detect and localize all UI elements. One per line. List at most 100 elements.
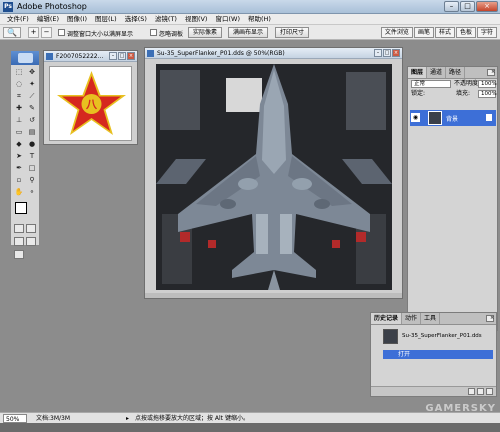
history-brush-icon[interactable]: ↺: [26, 115, 38, 126]
eyedropper-tool-icon[interactable]: ⚲: [26, 175, 38, 186]
zoom-tool-icon[interactable]: ⚬: [26, 187, 38, 198]
opacity-field[interactable]: 100%: [478, 80, 497, 88]
doc-close-button[interactable]: ×: [127, 52, 135, 60]
horizontal-scrollbar[interactable]: [145, 293, 402, 298]
jump-to-imageready-icon[interactable]: [14, 250, 24, 259]
resize-windows-checkbox[interactable]: [58, 29, 65, 36]
menu-help[interactable]: 帮助(H): [244, 14, 275, 24]
menu-window[interactable]: 窗口(W): [211, 14, 244, 24]
toolbox: ⬚ ✥ ◌ ✦ ⌗ ⟋ ✚ ✎ ⊥ ↺ ▭ ▤ ◆ ● ➤ T ✒ □ ▫ ⚲ …: [10, 50, 40, 259]
menu-edit[interactable]: 编辑(E): [33, 14, 63, 24]
document-title: F2007052222...: [56, 53, 104, 60]
menu-file[interactable]: 文件(F): [3, 14, 33, 24]
fit-on-screen-button[interactable]: 满画布显示: [228, 27, 269, 38]
tab-layers[interactable]: 图层: [408, 67, 428, 78]
new-snapshot-icon[interactable]: [477, 388, 484, 395]
brush-tool-icon[interactable]: ✎: [26, 103, 38, 114]
menu-select[interactable]: 选择(S): [121, 14, 151, 24]
document-titlebar[interactable]: F2007052222... – □ ×: [44, 51, 137, 62]
dodge-tool-icon[interactable]: ●: [26, 139, 38, 150]
zoom-out-icon[interactable]: −: [41, 27, 52, 38]
tool-preset-picker[interactable]: 🔍: [3, 27, 21, 38]
eraser-tool-icon[interactable]: ▭: [13, 127, 25, 138]
document-title: Su-35_SuperFlanker_P01.dds @ 50%(RGB): [157, 50, 285, 57]
document-titlebar[interactable]: Su-35_SuperFlanker_P01.dds @ 50%(RGB) – …: [145, 48, 402, 59]
ignore-palettes-checkbox[interactable]: [150, 29, 157, 36]
history-snapshot[interactable]: Su-35_SuperFlanker_P01.dds: [373, 328, 493, 346]
jump-row: [11, 248, 39, 261]
maximize-button[interactable]: □: [460, 1, 475, 12]
quick-mask-icon[interactable]: [26, 224, 36, 233]
well-tab-brushes[interactable]: 画笔: [413, 27, 434, 38]
healing-brush-icon[interactable]: ✚: [13, 103, 25, 114]
document-size: 文档:3M/3M: [36, 415, 71, 422]
eye-icon[interactable]: ◉: [411, 113, 420, 122]
toolbox-header[interactable]: [11, 51, 39, 65]
menu-layer[interactable]: 图层(L): [91, 14, 121, 24]
clone-stamp-icon[interactable]: ⊥: [13, 115, 25, 126]
snapshot-name: Su-35_SuperFlanker_P01.dds: [402, 333, 482, 339]
doc-minimize-button[interactable]: –: [374, 49, 382, 57]
history-state-open[interactable]: 打开: [383, 350, 493, 359]
lock-row: 锁定: 填充: 100%: [408, 89, 497, 99]
crop-tool-icon[interactable]: ⌗: [13, 91, 25, 102]
status-menu-arrow-icon[interactable]: ▸: [126, 414, 129, 423]
jet-texture-canvas[interactable]: [156, 64, 392, 290]
star-emblem-text: 八: [85, 98, 98, 111]
zoom-in-icon[interactable]: +: [28, 27, 39, 38]
layer-row-background[interactable]: ◉ 背景: [410, 110, 496, 126]
actual-pixels-button[interactable]: 实际像素: [188, 27, 223, 38]
trash-icon[interactable]: [486, 388, 493, 395]
shape-tool-icon[interactable]: □: [26, 163, 38, 174]
hand-tool-icon[interactable]: ✋: [13, 187, 25, 198]
doc-minimize-button[interactable]: –: [109, 52, 117, 60]
screen-mode-full-menu-icon[interactable]: [26, 237, 36, 246]
pen-tool-icon[interactable]: ✒: [13, 163, 25, 174]
path-select-icon[interactable]: ➤: [13, 151, 25, 162]
zoom-level-field[interactable]: 50%: [3, 414, 27, 423]
title-bar: Ps Adobe Photoshop – □ ×: [0, 0, 500, 14]
slice-tool-icon[interactable]: ⟋: [26, 91, 38, 102]
tab-history[interactable]: 历史记录: [371, 313, 403, 324]
minimize-button[interactable]: –: [444, 1, 459, 12]
new-document-from-state-icon[interactable]: [468, 388, 475, 395]
jet-texture-image: [156, 64, 392, 290]
tab-paths[interactable]: 路径: [446, 67, 466, 78]
blur-tool-icon[interactable]: ◆: [13, 139, 25, 150]
foreground-color[interactable]: [15, 202, 27, 214]
tab-actions[interactable]: 动作: [402, 313, 422, 324]
well-tab-swatches[interactable]: 色板: [455, 27, 476, 38]
tab-channels[interactable]: 通道: [427, 67, 447, 78]
fill-field[interactable]: 100%: [478, 90, 497, 98]
tab-tool-presets[interactable]: 工具: [421, 313, 441, 324]
well-tab-file-browser[interactable]: 文件浏览: [380, 27, 413, 38]
layer-name: 背景: [446, 116, 459, 123]
menu-filter[interactable]: 滤镜(T): [151, 14, 181, 24]
panel-close-icon[interactable]: ×: [486, 315, 494, 322]
blend-mode-select[interactable]: 正常: [411, 80, 451, 88]
menu-image[interactable]: 图像(I): [63, 14, 91, 24]
document-canvas[interactable]: 八: [49, 66, 132, 141]
document-icon: [46, 53, 53, 60]
well-tab-character[interactable]: 字符: [476, 27, 497, 38]
menu-view[interactable]: 视图(V): [181, 14, 212, 24]
screen-mode-standard-icon[interactable]: [14, 237, 24, 246]
move-tool-icon[interactable]: ✥: [26, 67, 38, 78]
layer-thumbnail: [428, 111, 442, 125]
doc-maximize-button[interactable]: □: [118, 52, 126, 60]
gradient-tool-icon[interactable]: ▤: [26, 127, 38, 138]
print-size-button[interactable]: 打印尺寸: [275, 27, 310, 38]
notes-tool-icon[interactable]: ▫: [13, 175, 25, 186]
doc-maximize-button[interactable]: □: [383, 49, 391, 57]
panel-close-icon[interactable]: ×: [487, 69, 495, 76]
standard-mode-icon[interactable]: [14, 224, 24, 233]
magic-wand-tool-icon[interactable]: ✦: [26, 79, 38, 90]
document-controls: – □ ×: [109, 52, 135, 60]
doc-close-button[interactable]: ×: [392, 49, 400, 57]
close-button[interactable]: ×: [476, 1, 498, 12]
lasso-tool-icon[interactable]: ◌: [13, 79, 25, 90]
edit-modes: [11, 222, 39, 235]
marquee-tool-icon[interactable]: ⬚: [13, 67, 25, 78]
type-tool-icon[interactable]: T: [26, 151, 38, 162]
well-tab-styles[interactable]: 样式: [434, 27, 455, 38]
